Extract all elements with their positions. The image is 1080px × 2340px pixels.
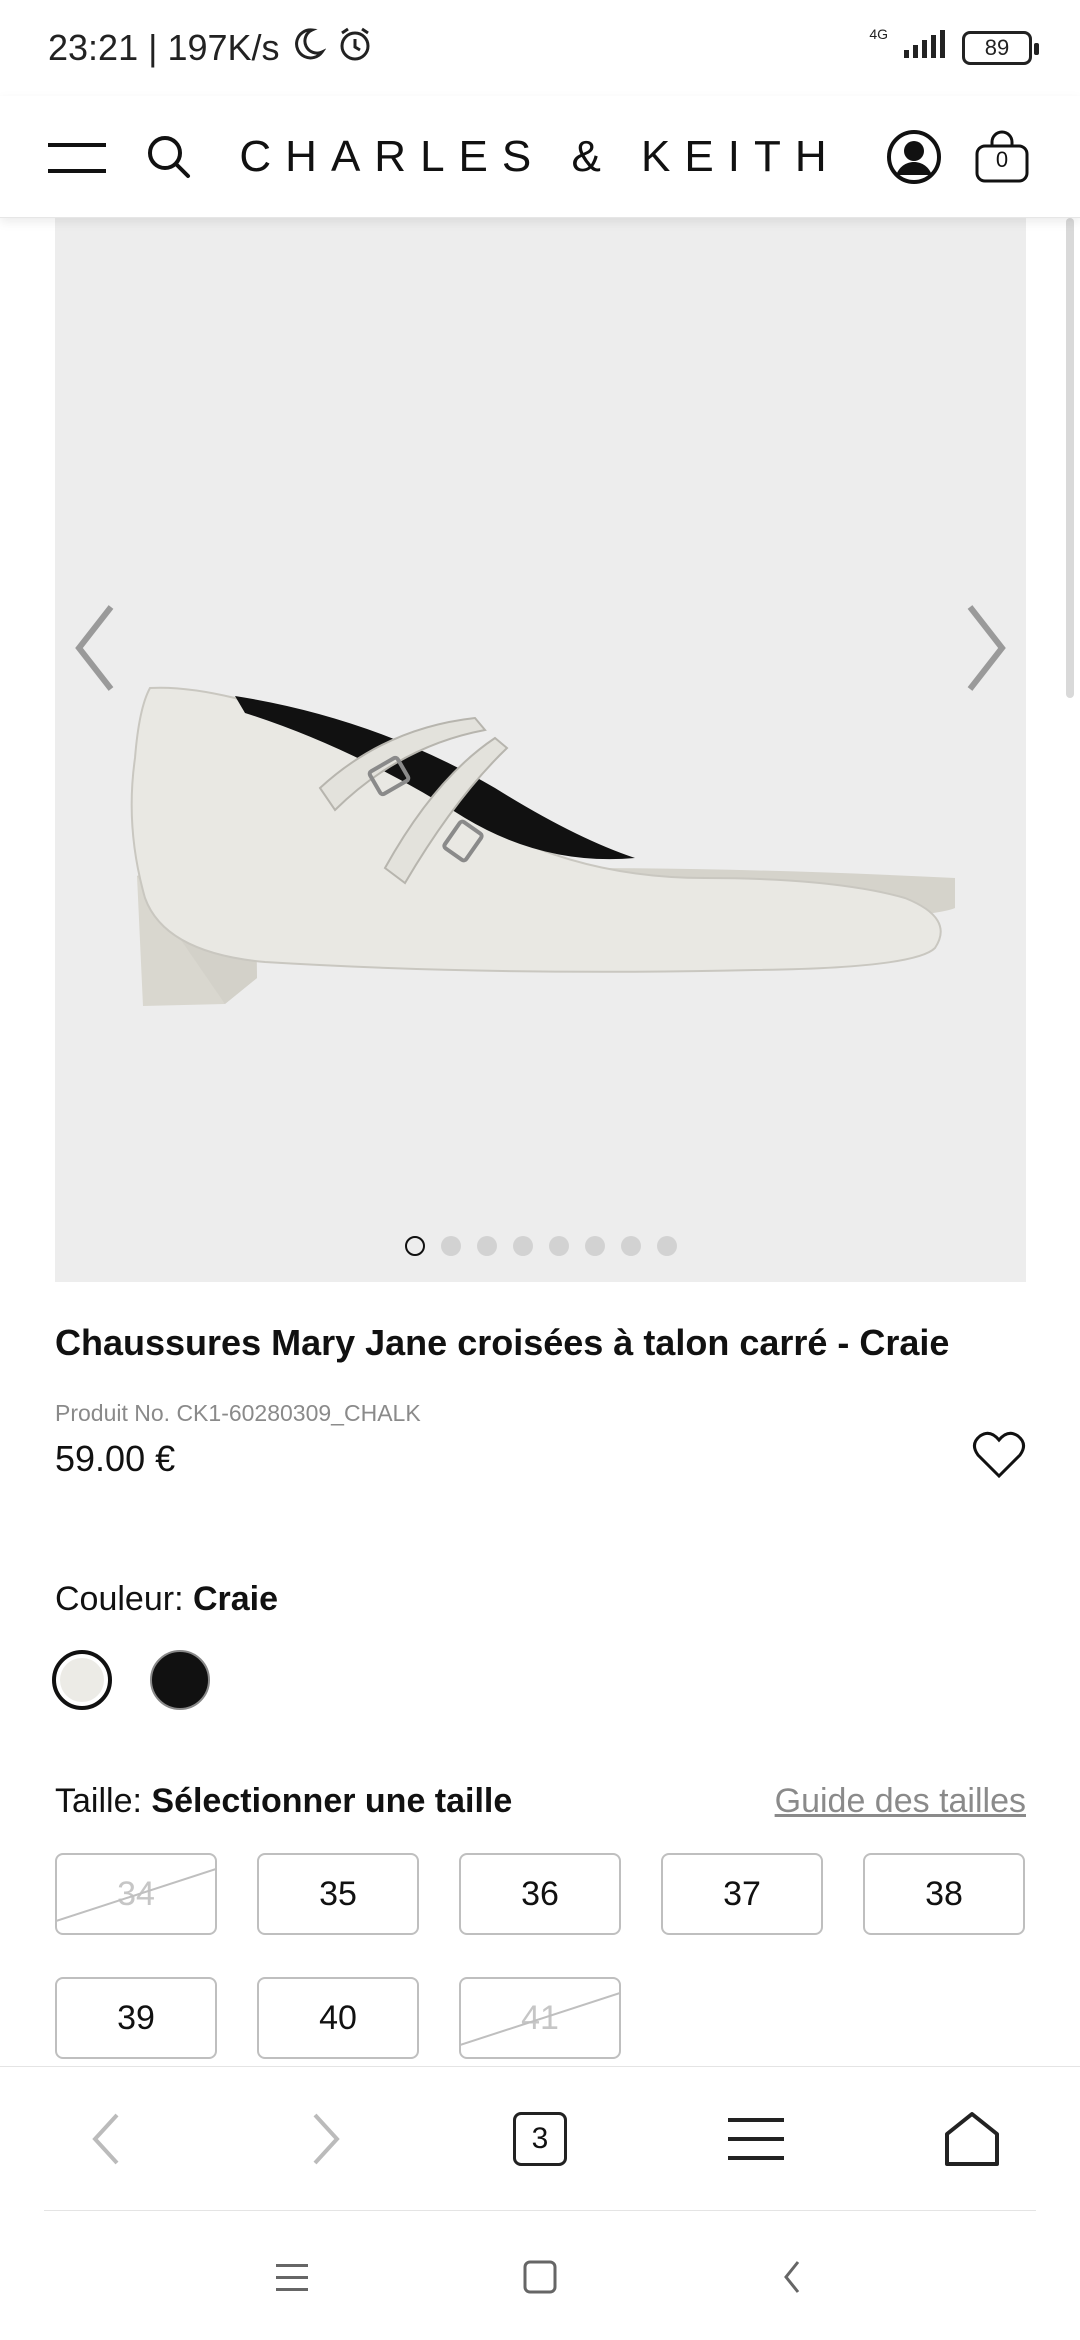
status-time-speed: 23:21 | 197K/s [48, 27, 280, 68]
site-header: CHARLES & KEITH 0 [0, 96, 1080, 218]
carousel-dot[interactable] [620, 1236, 641, 1256]
product-image-carousel[interactable] [55, 218, 1026, 1282]
color-label: Couleur: Craie [55, 1580, 278, 1619]
size-option-35[interactable]: 35 [257, 1853, 419, 1935]
back-icon [784, 2261, 800, 2293]
size-option-36[interactable]: 36 [459, 1853, 621, 1935]
alarm-icon [336, 25, 374, 72]
browser-menu-button[interactable] [716, 2107, 796, 2171]
recent-apps-button[interactable] [262, 2252, 322, 2302]
color-swatch-chalk[interactable] [52, 1650, 112, 1710]
wishlist-heart-icon[interactable] [972, 1430, 1026, 1485]
carousel-prev-button[interactable] [65, 588, 125, 708]
toolbar-divider [44, 2210, 1036, 2211]
account-icon[interactable] [886, 129, 942, 185]
carousel-dot[interactable] [476, 1236, 497, 1256]
home-nav-button[interactable] [510, 2252, 570, 2302]
color-label-text: Couleur: [55, 1580, 184, 1618]
browser-back-button[interactable] [66, 2107, 146, 2171]
size-option-41: 41 [459, 1977, 621, 2059]
size-option-39[interactable]: 39 [55, 1977, 217, 2059]
product-price: 59.00 € [55, 1438, 176, 1479]
system-nav-bar [0, 2212, 1080, 2340]
carousel-dot[interactable] [584, 1236, 605, 1256]
browser-toolbar: 3 [0, 2066, 1080, 2210]
chevron-left-icon [92, 2113, 119, 2165]
product-sku: Produit No. CK1-60280309_CHALK [55, 1400, 421, 1426]
status-bar: 23:21 | 197K/s 4G 89 [0, 0, 1080, 96]
carousel-dot[interactable] [512, 1236, 533, 1256]
network-type: 4G [869, 26, 888, 42]
size-option-40[interactable]: 40 [257, 1977, 419, 2059]
carousel-dot[interactable] [404, 1236, 425, 1256]
home-icon [945, 2112, 999, 2166]
square-icon [523, 2260, 557, 2294]
browser-forward-button[interactable] [286, 2107, 366, 2171]
recents-icon [276, 2264, 308, 2291]
menu-icon[interactable] [48, 139, 106, 175]
carousel-dots [55, 1236, 1026, 1256]
back-nav-button[interactable] [762, 2252, 822, 2302]
cart-count: 0 [995, 146, 1009, 172]
product-title: Chaussures Mary Jane croisées à talon ca… [55, 1322, 950, 1363]
size-option-34: 34 [55, 1853, 217, 1935]
size-option-37[interactable]: 37 [661, 1853, 823, 1935]
selected-color: Craie [192, 1580, 279, 1618]
tab-count: 3 [513, 2112, 567, 2166]
product-image [130, 686, 955, 1006]
cart-button[interactable]: 0 [972, 127, 1032, 187]
battery-indicator: 89 [962, 31, 1039, 65]
chevron-right-icon [313, 2113, 340, 2165]
size-label-text: Taille: [55, 1782, 142, 1820]
color-swatch-black[interactable] [150, 1650, 210, 1710]
do-not-disturb-icon [290, 26, 326, 71]
carousel-next-button[interactable] [956, 588, 1016, 708]
chevron-left-icon [75, 605, 114, 691]
page-scrollbar[interactable] [1066, 218, 1074, 698]
carousel-dot[interactable] [548, 1236, 569, 1256]
signal-icon [902, 27, 948, 69]
hamburger-icon [728, 2118, 784, 2160]
size-guide-link[interactable]: Guide des tailles [775, 1782, 1026, 1821]
search-icon[interactable] [146, 134, 192, 180]
browser-home-button[interactable] [932, 2107, 1012, 2171]
browser-tabs-button[interactable]: 3 [500, 2107, 580, 2171]
size-label: Taille: Sélectionner une taille [55, 1782, 512, 1821]
chevron-right-icon [967, 605, 1006, 691]
carousel-dot[interactable] [656, 1236, 677, 1256]
size-option-38[interactable]: 38 [863, 1853, 1025, 1935]
carousel-dot[interactable] [440, 1236, 461, 1256]
size-prompt: Sélectionner une taille [151, 1782, 513, 1820]
